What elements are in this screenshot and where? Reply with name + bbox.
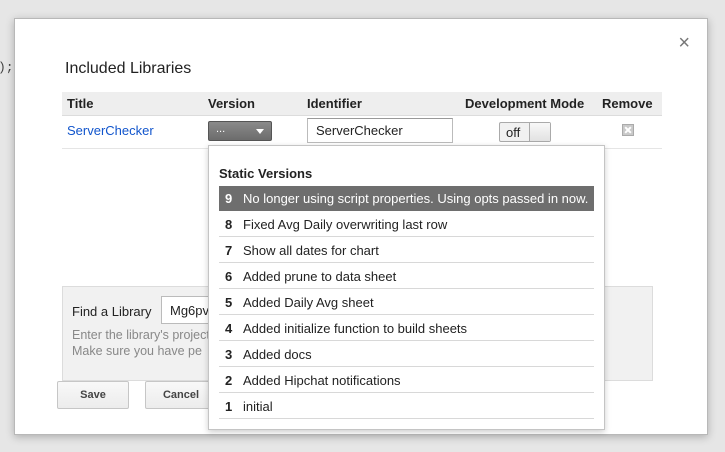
cancel-button[interactable]: Cancel xyxy=(145,381,217,409)
version-option-8[interactable]: 8 Fixed Avg Daily overwriting last row xyxy=(219,212,594,237)
version-description: Added Daily Avg sheet xyxy=(243,295,374,310)
version-value: ... xyxy=(216,123,226,135)
version-description: Added initialize function to build sheet… xyxy=(243,321,468,336)
background-code-fragment: ); xyxy=(0,60,14,75)
version-description: initial xyxy=(243,399,273,414)
version-dropdown-button[interactable]: ... xyxy=(208,121,272,141)
header-identifier: Identifier xyxy=(307,96,362,111)
version-option-4[interactable]: 4 Added initialize function to build shee… xyxy=(219,316,594,341)
version-number: 6 xyxy=(225,269,233,284)
dialog-title: Included Libraries xyxy=(65,60,192,77)
version-number: 4 xyxy=(225,321,233,336)
chevron-down-icon xyxy=(256,129,264,134)
toggle-label: off xyxy=(506,125,521,140)
close-icon[interactable]: × xyxy=(678,33,690,53)
remove-icon[interactable] xyxy=(622,124,634,136)
static-versions-header: Static Versions xyxy=(219,166,313,181)
version-option-1[interactable]: 1 initial xyxy=(219,394,594,419)
header-remove: Remove xyxy=(602,96,653,111)
find-help-line-2: Make sure you have pe xyxy=(72,344,202,358)
development-mode-toggle[interactable]: off xyxy=(499,122,551,142)
version-number: 2 xyxy=(225,373,233,388)
version-number: 1 xyxy=(225,399,233,414)
version-number: 8 xyxy=(225,217,233,232)
version-option-3[interactable]: 3 Added docs xyxy=(219,342,594,367)
version-number: 7 xyxy=(225,243,233,258)
version-option-6[interactable]: 6 Added prune to data sheet xyxy=(219,264,594,289)
library-title-link[interactable]: ServerChecker xyxy=(67,123,154,138)
version-option-5[interactable]: 5 Added Daily Avg sheet xyxy=(219,290,594,315)
find-help-line-1: Enter the library's project xyxy=(72,328,210,342)
toggle-knob xyxy=(529,123,550,141)
version-number: 5 xyxy=(225,295,233,310)
version-number: 9 xyxy=(225,191,233,206)
libraries-table-header: Title Version Identifier Development Mod… xyxy=(62,92,662,116)
version-description: Added Hipchat notifications xyxy=(243,373,401,388)
header-version: Version xyxy=(208,96,255,111)
identifier-input[interactable] xyxy=(307,118,453,143)
save-button[interactable]: Save xyxy=(57,381,129,409)
version-option-9[interactable]: 9 No longer using script properties. Usin… xyxy=(219,186,594,211)
version-description: Show all dates for chart xyxy=(243,243,379,258)
find-library-label: Find a Library xyxy=(72,304,152,319)
version-dropdown-menu: Static Versions 9 No longer using script … xyxy=(208,145,605,430)
version-description: Added prune to data sheet xyxy=(243,269,397,284)
version-description: No longer using script properties. Using… xyxy=(243,191,589,206)
version-number: 3 xyxy=(225,347,233,362)
version-description: Added docs xyxy=(243,347,312,362)
version-option-7[interactable]: 7 Show all dates for chart xyxy=(219,238,594,263)
version-option-2[interactable]: 2 Added Hipchat notifications xyxy=(219,368,594,393)
header-title: Title xyxy=(67,96,94,111)
version-description: Fixed Avg Daily overwriting last row xyxy=(243,217,448,232)
header-development-mode: Development Mode xyxy=(465,96,585,111)
